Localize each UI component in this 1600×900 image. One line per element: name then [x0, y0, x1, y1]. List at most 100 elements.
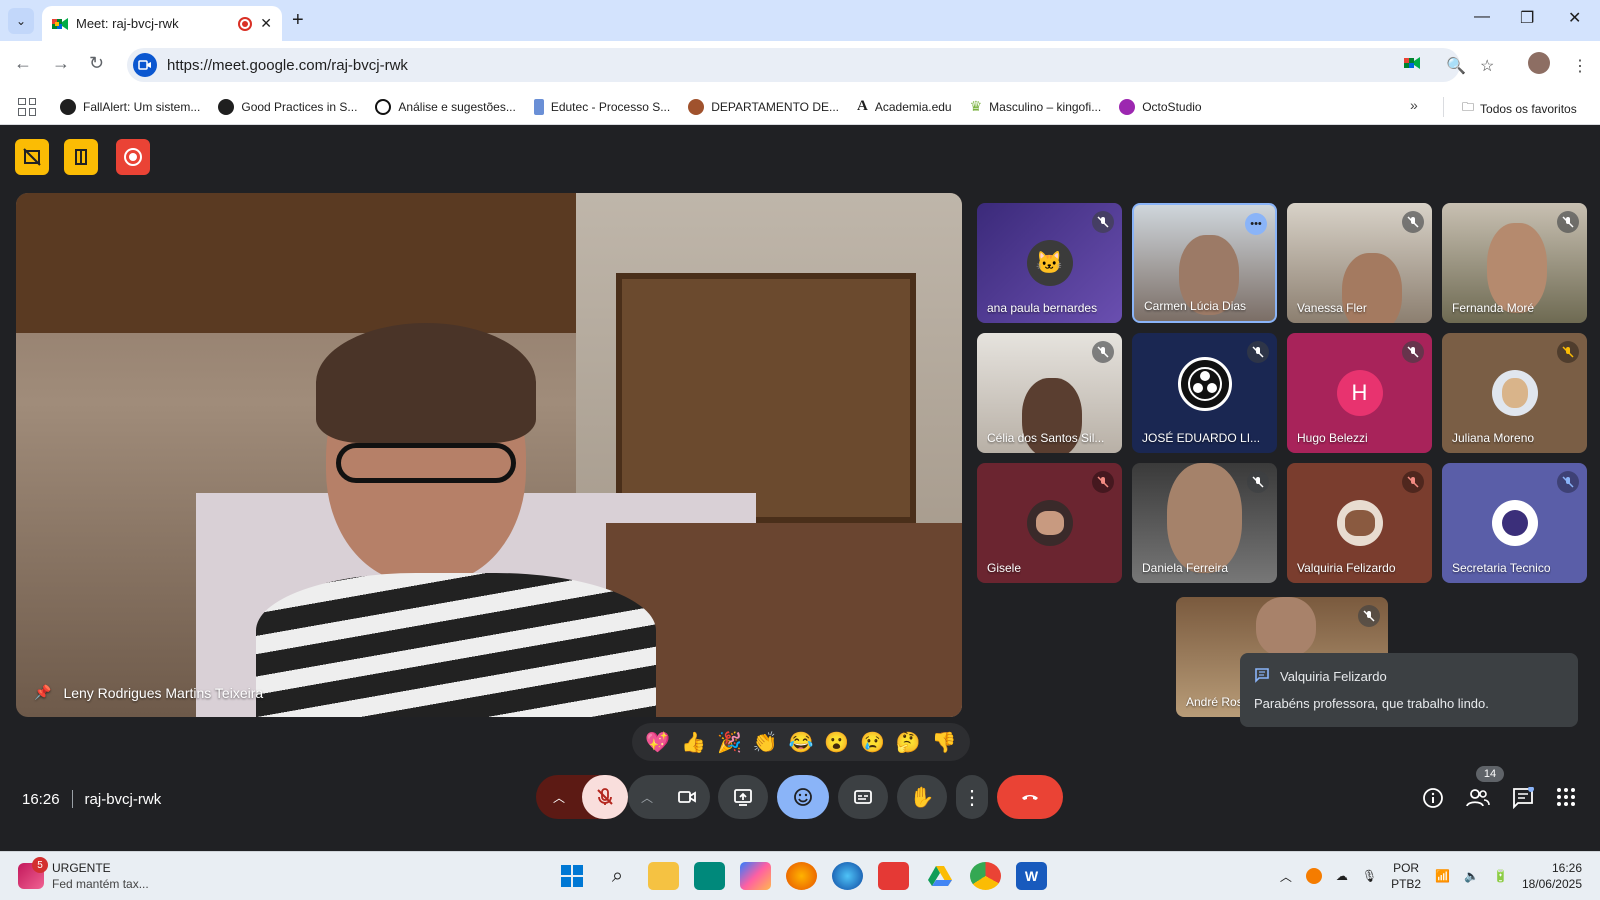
- profile-avatar[interactable]: [1528, 52, 1550, 74]
- bookmark-item[interactable]: Edutec - Processo S...: [533, 98, 670, 115]
- recording-button[interactable]: [116, 139, 150, 175]
- participant-tile[interactable]: Fernanda Moré: [1442, 203, 1587, 323]
- wifi-icon[interactable]: 📶: [1435, 869, 1450, 883]
- google-drive-icon[interactable]: [924, 862, 955, 890]
- new-tab-button[interactable]: +: [292, 9, 304, 32]
- close-window-icon[interactable]: ✕: [1568, 8, 1581, 28]
- tab-search-button[interactable]: ⌄: [8, 8, 34, 34]
- language-indicator[interactable]: POR PTB2: [1391, 860, 1421, 892]
- chat-notification[interactable]: Valquiria Felizardo Parabéns professora,…: [1240, 653, 1578, 727]
- word-icon[interactable]: W: [1016, 862, 1047, 890]
- reaction-surprised[interactable]: 😮: [824, 730, 849, 755]
- captions-button[interactable]: [838, 775, 888, 819]
- meeting-info: 16:26 raj-bvcj-rwk: [22, 790, 161, 808]
- battery-icon[interactable]: 🔋: [1493, 869, 1508, 883]
- meeting-details-icon[interactable]: [1422, 787, 1444, 814]
- meet-extension-icon[interactable]: [1404, 56, 1420, 75]
- tray-app-icon[interactable]: [1305, 868, 1322, 884]
- microphone-icon[interactable]: 🎙: [1362, 869, 1377, 883]
- bookmark-star-icon[interactable]: ☆: [1480, 56, 1494, 76]
- bookmark-item[interactable]: FallAlert: Um sistem...: [60, 98, 200, 115]
- reaction-party[interactable]: 🎉: [717, 730, 742, 755]
- main-speaker-video[interactable]: 📌 Leny Rodrigues Martins Teixeira: [16, 193, 962, 717]
- participant-tile[interactable]: 🐱 ana paula bernardes: [977, 203, 1122, 323]
- meeting-tools-button[interactable]: [64, 139, 98, 175]
- leave-call-button[interactable]: [997, 775, 1063, 819]
- file-explorer-icon[interactable]: [648, 862, 679, 890]
- chat-sender: Valquiria Felizardo: [1280, 669, 1387, 684]
- participant-name: Carmen Lúcia Dias: [1144, 299, 1247, 313]
- system-clock[interactable]: 16:26 18/06/2025: [1522, 860, 1582, 892]
- reaction-laugh[interactable]: 😂: [788, 730, 813, 755]
- edge-icon[interactable]: [832, 862, 863, 890]
- copilot-icon[interactable]: [740, 862, 771, 890]
- reaction-heart[interactable]: 💖: [645, 730, 670, 755]
- chrome-menu-icon[interactable]: ⋮: [1572, 56, 1588, 76]
- reactions-bar: 💖 👍 🎉 👏 😂 😮 😢 🤔 👎: [632, 723, 970, 761]
- mic-options-chevron-icon[interactable]: ︿: [536, 789, 582, 806]
- address-bar[interactable]: https://meet.google.com/raj-bvcj-rwk: [127, 48, 1460, 82]
- participant-tile[interactable]: JOSÉ EDUARDO LI...: [1132, 333, 1277, 453]
- pin-icon[interactable]: 📌: [34, 684, 51, 701]
- muted-mic-icon: [1402, 341, 1424, 363]
- meet-app-icon[interactable]: [694, 862, 725, 890]
- people-icon[interactable]: [1466, 787, 1490, 814]
- activities-grid-icon[interactable]: [1556, 787, 1576, 812]
- back-icon[interactable]: ←: [14, 53, 32, 74]
- reactions-button[interactable]: [777, 775, 829, 819]
- camera-toggle-button[interactable]: [665, 787, 709, 807]
- tab-close-icon[interactable]: ✕: [260, 15, 272, 32]
- participant-video: [1256, 597, 1316, 657]
- windows-start-icon[interactable]: [556, 862, 587, 890]
- reaction-thinking[interactable]: 🤔: [896, 730, 921, 755]
- reaction-thumbs-up[interactable]: 👍: [681, 730, 706, 755]
- firefox-icon[interactable]: [786, 862, 817, 890]
- reaction-thumbs-down[interactable]: 👎: [932, 730, 957, 755]
- reaction-sad[interactable]: 😢: [860, 730, 885, 755]
- bookmark-item[interactable]: A Academia.edu: [857, 98, 952, 115]
- bookmark-item[interactable]: Good Practices in S...: [218, 98, 357, 115]
- site-info-icon[interactable]: [133, 53, 157, 77]
- restore-icon[interactable]: ❐: [1520, 8, 1534, 28]
- forward-icon[interactable]: →: [52, 53, 70, 74]
- participant-tile[interactable]: Célia dos Santos Sil...: [977, 333, 1122, 453]
- more-options-button[interactable]: ⋮: [956, 775, 988, 819]
- news-subtitle: Fed mantém tax...: [52, 877, 149, 891]
- camera-options-chevron-icon[interactable]: ︿: [629, 789, 665, 806]
- participant-tile[interactable]: H Hugo Belezzi: [1287, 333, 1432, 453]
- bookmark-item[interactable]: Análise e sugestões...: [375, 98, 516, 115]
- reload-icon[interactable]: ↻: [89, 53, 104, 74]
- more-bookmarks-icon[interactable]: »: [1410, 97, 1418, 113]
- participant-tile[interactable]: ••• Carmen Lúcia Dias: [1132, 203, 1277, 323]
- news-widget[interactable]: 5 URGENTE Fed mantém tax...: [18, 857, 149, 892]
- bookmark-label: OctoStudio: [1142, 99, 1202, 114]
- chat-icon[interactable]: [1512, 786, 1534, 814]
- language-code: POR: [1393, 861, 1420, 875]
- globoplay-icon[interactable]: [878, 862, 909, 890]
- participant-tile[interactable]: Juliana Moreno: [1442, 333, 1587, 453]
- zoom-icon[interactable]: 🔍: [1446, 56, 1466, 76]
- participant-tile[interactable]: Daniela Ferreira: [1132, 463, 1277, 583]
- bookmark-item[interactable]: DEPARTAMENTO DE...: [688, 98, 839, 115]
- bookmark-item[interactable]: ♛ Masculino – kingofi...: [970, 98, 1102, 115]
- minimize-icon[interactable]: —: [1474, 8, 1490, 26]
- raise-hand-button[interactable]: ✋: [897, 775, 947, 819]
- reaction-clap[interactable]: 👏: [753, 730, 778, 755]
- search-icon[interactable]: ⌕: [602, 862, 633, 890]
- participant-tile[interactable]: Vanessa Fler: [1287, 203, 1432, 323]
- chrome-icon[interactable]: [970, 862, 1001, 890]
- avatar: [1491, 500, 1538, 546]
- apps-grid-icon[interactable]: [18, 97, 36, 116]
- host-controls-button[interactable]: [15, 139, 49, 175]
- volume-icon[interactable]: 🔈: [1464, 869, 1479, 883]
- mic-toggle-button[interactable]: [582, 775, 628, 819]
- bookmark-item[interactable]: OctoStudio: [1119, 98, 1202, 115]
- all-bookmarks-folder[interactable]: 🗀 Todos os favoritos: [1462, 98, 1577, 119]
- participant-tile[interactable]: Secretaria Tecnico: [1442, 463, 1587, 583]
- participant-tile[interactable]: Gisele: [977, 463, 1122, 583]
- present-screen-button[interactable]: [718, 775, 768, 819]
- browser-tab-meet[interactable]: Meet: raj-bvcj-rwk ✕: [42, 6, 282, 41]
- show-hidden-icons-chevron-icon[interactable]: ︿: [1280, 868, 1292, 885]
- participant-tile[interactable]: Valquiria Felizardo: [1287, 463, 1432, 583]
- onedrive-cloud-icon[interactable]: ☁: [1336, 869, 1348, 883]
